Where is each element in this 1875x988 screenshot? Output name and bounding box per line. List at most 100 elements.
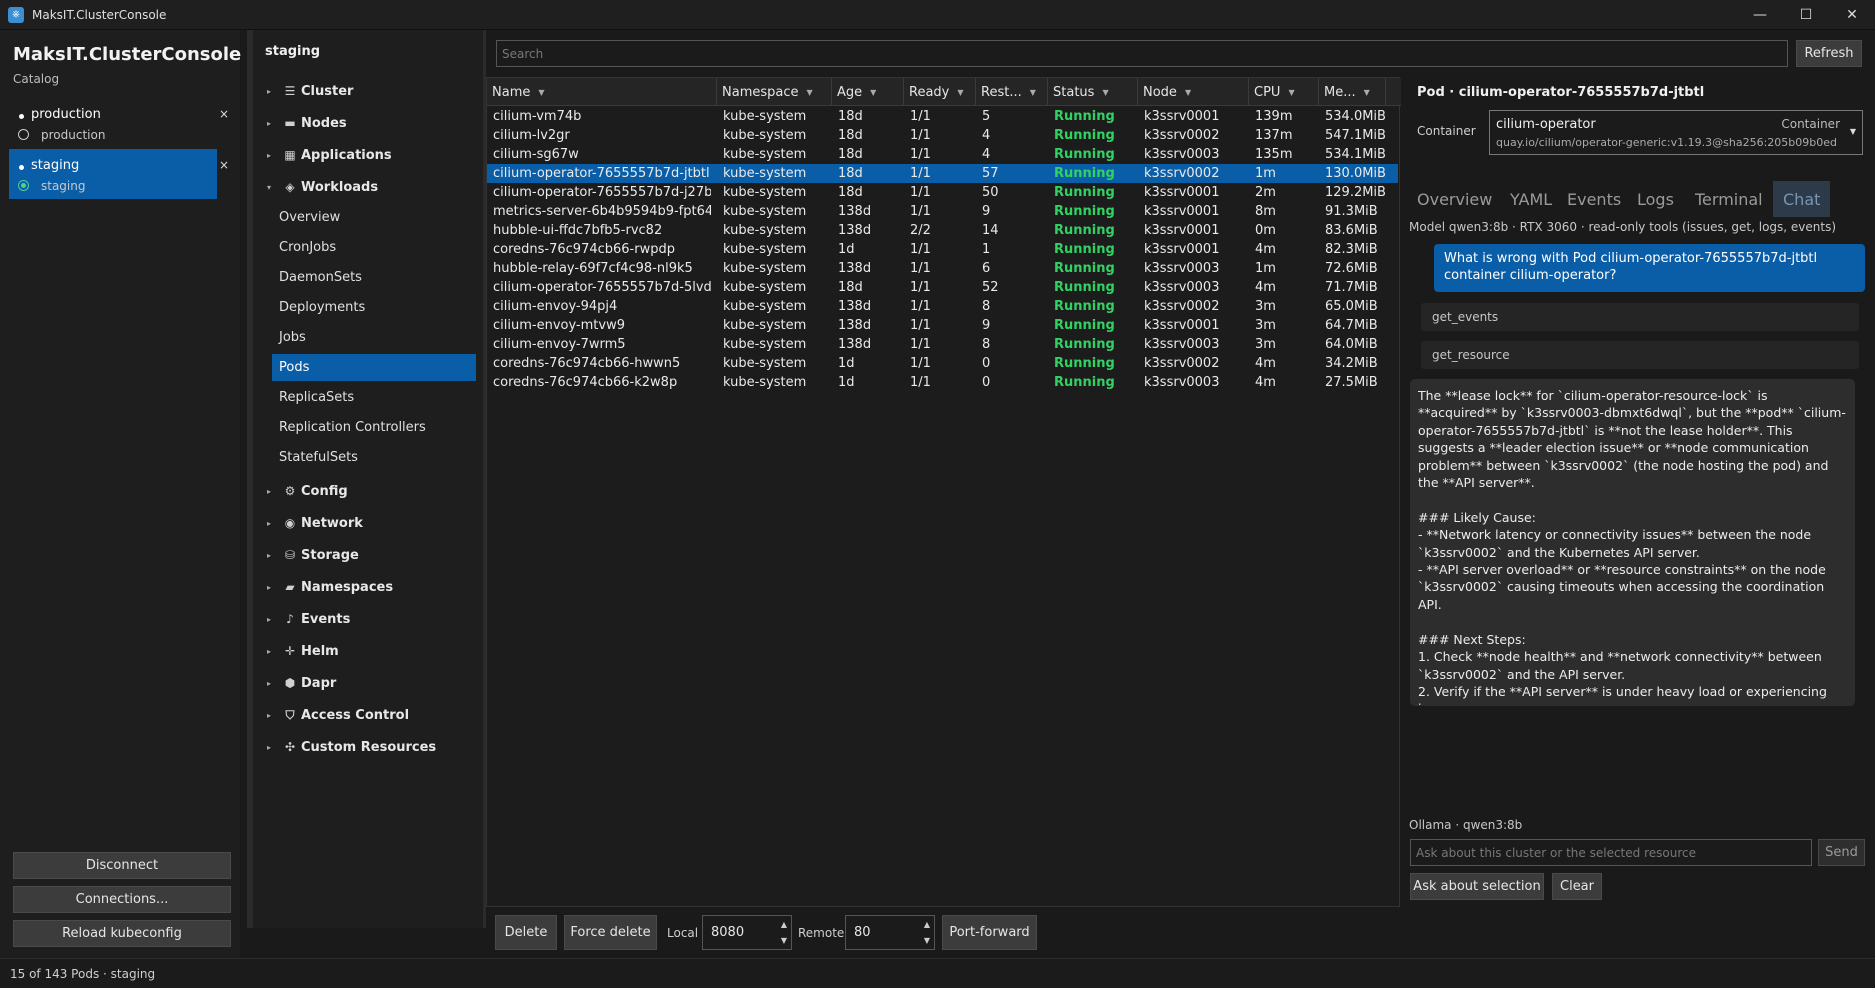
local-port-stepper[interactable]: 8080 ▲ ▼ — [702, 915, 792, 950]
table-row[interactable]: cilium-envoy-7wrm5 kube-system 138d 1/1 8 Run… — [487, 335, 1398, 354]
connection-staging[interactable]: staging × staging — [9, 149, 229, 199]
search-input[interactable]: Search — [496, 40, 1788, 67]
context-radio[interactable] — [18, 180, 29, 191]
column-memory[interactable]: Me... ▼ — [1319, 78, 1386, 106]
context-radio[interactable] — [18, 129, 29, 140]
remote-port-stepper[interactable]: 80 ▲ ▼ — [845, 915, 935, 950]
column-node[interactable]: Node ▼ — [1138, 78, 1249, 106]
tab-chat[interactable]: Chat — [1773, 181, 1831, 217]
table-row[interactable]: cilium-vm74b kube-system 18d 1/1 5 Running k3s… — [487, 107, 1398, 126]
tab-events[interactable]: Events — [1567, 181, 1621, 217]
table-cell: kube-system — [723, 128, 807, 143]
nav-group-config[interactable]: ▸ ⚙ Config — [267, 480, 348, 502]
ask-about-selection-button[interactable]: Ask about selection — [1410, 873, 1544, 900]
nav-group-dapr[interactable]: ▸ ⬢ Dapr — [267, 672, 336, 694]
nav-item-daemonsets[interactable]: DaemonSets — [272, 264, 476, 291]
column-namespace[interactable]: Namespace ▼ — [717, 78, 832, 106]
tab-logs[interactable]: Logs — [1637, 181, 1674, 217]
column-name[interactable]: Name ▼ — [487, 78, 717, 106]
table-row[interactable]: hubble-ui-ffdc7bfb5-rvc82 kube-system 138d… — [487, 221, 1398, 240]
table-row[interactable]: cilium-envoy-mtvw9 kube-system 138d 1/1 9 Run… — [487, 316, 1398, 335]
container-select[interactable]: cilium-operator Container quay.io/cilium… — [1489, 110, 1863, 155]
table-row[interactable]: cilium-operator-7655557b7d-jtbtl kube-sys… — [487, 164, 1398, 183]
column-cpu[interactable]: CPU ▼ — [1249, 78, 1319, 106]
table-row[interactable]: cilium-operator-7655557b7d-j27b2 kube-sys… — [487, 183, 1398, 202]
refresh-button[interactable]: Refresh — [1796, 40, 1862, 67]
increment-icon[interactable]: ▲ — [924, 920, 930, 929]
reload-kubeconfig-button[interactable]: Reload kubeconfig — [13, 920, 231, 947]
port-forward-button[interactable]: Port-forward — [942, 915, 1037, 950]
connections-button[interactable]: Connections... — [13, 886, 231, 913]
close-button[interactable]: ✕ — [1829, 0, 1875, 30]
nav-item-statefulsets[interactable]: StatefulSets — [272, 444, 476, 471]
nav-group-custom-resources[interactable]: ▸ ✣ Custom Resources — [267, 736, 436, 758]
disconnect-button[interactable]: Disconnect — [13, 852, 231, 879]
remove-connection-icon[interactable]: × — [219, 158, 229, 172]
table-cell: 4m — [1255, 356, 1276, 371]
nav-group-access-control[interactable]: ▸ ⛉ Access Control — [267, 704, 409, 726]
send-button[interactable]: Send — [1818, 839, 1865, 866]
minimize-button[interactable]: — — [1737, 0, 1783, 30]
nav-item-pods[interactable]: Pods — [272, 354, 476, 381]
nav-item-overview[interactable]: Overview — [272, 204, 476, 231]
remove-connection-icon[interactable]: × — [219, 107, 229, 121]
connection-production[interactable]: production × production — [9, 98, 229, 148]
local-port-label: Local — [667, 925, 699, 940]
table-row[interactable]: cilium-operator-7655557b7d-5lvd5 kube-sys… — [487, 278, 1398, 297]
force-delete-button[interactable]: Force delete — [564, 915, 657, 950]
table-row[interactable]: coredns-76c974cb66-rwpdp kube-system 1d 1/1… — [487, 240, 1398, 259]
nav-item-cronjobs[interactable]: CronJobs — [272, 234, 476, 261]
nav-group-storage[interactable]: ▸ ⛁ Storage — [267, 544, 359, 566]
nav-group-namespaces[interactable]: ▸ ▰ Namespaces — [267, 576, 393, 598]
nav-item-replication-controllers[interactable]: Replication Controllers — [272, 414, 476, 441]
nav-item-deployments[interactable]: Deployments — [272, 294, 476, 321]
table-row[interactable]: cilium-envoy-94pj4 kube-system 138d 1/1 8 Run… — [487, 297, 1398, 316]
detail-panel: Pod · cilium-operator-7655557b7d-jtbtl C… — [1405, 77, 1865, 907]
table-cell: kube-system — [723, 223, 807, 238]
table-cell: Running — [1054, 318, 1115, 333]
table-cell: 0m — [1255, 223, 1276, 238]
table-cell: 4 — [982, 147, 991, 162]
decrement-icon[interactable]: ▼ — [781, 936, 787, 945]
table-cell: Running — [1054, 128, 1115, 143]
clear-button[interactable]: Clear — [1552, 873, 1602, 900]
table-row[interactable]: cilium-lv2gr kube-system 18d 1/1 4 Running k3s… — [487, 126, 1398, 145]
table-row[interactable]: cilium-sg67w kube-system 18d 1/1 4 Running k3s… — [487, 145, 1398, 164]
table-cell: k3ssrv0003 — [1144, 147, 1220, 162]
expand-arrow-icon: ▸ — [267, 150, 272, 160]
column-ready[interactable]: Ready ▼ — [904, 78, 976, 106]
nav-item-jobs[interactable]: Jobs — [272, 324, 476, 351]
table-row[interactable]: metrics-server-6b4b9594b9-fpt64 kube-syst… — [487, 202, 1398, 221]
sort-icon: ▼ — [806, 87, 813, 97]
window-title: MaksIT.ClusterConsole — [32, 7, 167, 22]
tool-call[interactable]: get_events — [1421, 303, 1859, 331]
tab-overview[interactable]: Overview — [1417, 181, 1492, 217]
tool-call[interactable]: get_resource — [1421, 341, 1859, 369]
decrement-icon[interactable]: ▼ — [924, 936, 930, 945]
table-cell: 18d — [838, 280, 863, 295]
nav-group-applications[interactable]: ▸ ▦ Applications — [267, 144, 392, 166]
increment-icon[interactable]: ▲ — [781, 920, 787, 929]
column-status[interactable]: Status ▼ — [1048, 78, 1138, 106]
table-cell: kube-system — [723, 261, 807, 276]
table-cell: cilium-lv2gr — [493, 128, 570, 143]
nav-item-replicasets[interactable]: ReplicaSets — [272, 384, 476, 411]
tab-terminal[interactable]: Terminal — [1695, 181, 1763, 217]
nav-group-events[interactable]: ▸ ♪ Events — [267, 608, 350, 630]
tab-yaml[interactable]: YAML — [1510, 181, 1552, 217]
table-row[interactable]: coredns-76c974cb66-hwwn5 kube-system 1d 1/1… — [487, 354, 1398, 373]
nav-group-network[interactable]: ▸ ◉ Network — [267, 512, 363, 534]
table-cell: Running — [1054, 166, 1115, 181]
column-age[interactable]: Age ▼ — [832, 78, 904, 106]
column-restarts[interactable]: Rest... ▼ — [976, 78, 1048, 106]
chat-input[interactable]: Ask about this cluster or the selected r… — [1410, 839, 1812, 866]
nav-group-nodes[interactable]: ▸ ▬ Nodes — [267, 112, 347, 134]
nav-group-cluster[interactable]: ▸ ☰ Cluster — [267, 80, 353, 102]
table-row[interactable]: hubble-relay-69f7cf4c98-nl9k5 kube-system… — [487, 259, 1398, 278]
nav-group-helm[interactable]: ▸ ✛ Helm — [267, 640, 339, 662]
table-row[interactable]: coredns-76c974cb66-k2w8p kube-system 1d 1/1… — [487, 373, 1398, 392]
title-bar: ⎈ MaksIT.ClusterConsole — ☐ ✕ — [0, 0, 1875, 30]
maximize-button[interactable]: ☐ — [1783, 0, 1829, 30]
nav-group-workloads[interactable]: ▾ ◈ Workloads — [267, 176, 378, 198]
delete-button[interactable]: Delete — [495, 915, 557, 950]
